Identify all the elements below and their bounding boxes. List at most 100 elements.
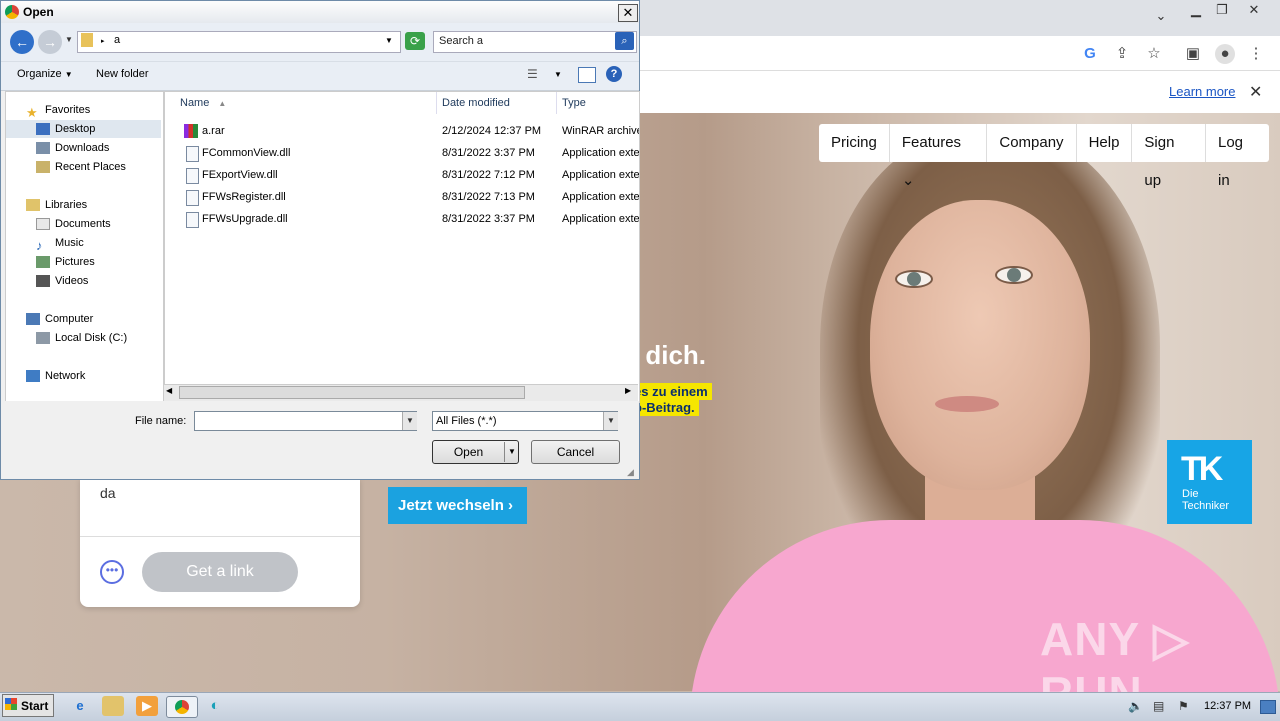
file-name-input[interactable] <box>194 411 417 431</box>
nav-libraries[interactable]: Libraries <box>6 196 181 214</box>
desktop-icon <box>36 123 50 136</box>
help-icon[interactable]: ? <box>606 66 622 82</box>
nav-music-label: Music <box>55 237 84 249</box>
open-dropdown-icon[interactable]: ▼ <box>508 447 516 456</box>
file-row[interactable]: FFWsRegister.dll 8/31/2022 7:13 PM Appli… <box>165 186 639 208</box>
column-name[interactable]: Name ▲ <box>175 92 437 114</box>
search-icon[interactable]: ⌕ <box>615 32 634 50</box>
music-icon: ♪ <box>36 238 43 254</box>
nav-computer[interactable]: Computer <box>6 310 181 328</box>
back-arrow-icon[interactable]: ← <box>10 30 34 54</box>
nav-company[interactable]: Company <box>987 124 1077 162</box>
file-type-select[interactable]: All Files (*.*) <box>432 411 618 431</box>
nav-features[interactable]: Features ⌄ <box>890 124 988 189</box>
nav-pricing[interactable]: Pricing <box>819 124 890 162</box>
file-name: FCommonView.dll <box>202 147 291 159</box>
more-options-icon[interactable]: ••• <box>100 560 124 584</box>
cancel-button[interactable]: Cancel <box>531 440 620 464</box>
file-type: Application exte <box>562 147 640 159</box>
file-name-label: File name: <box>135 415 187 427</box>
show-desktop-icon[interactable] <box>1260 700 1276 714</box>
nav-log-in[interactable]: Log in <box>1206 124 1269 189</box>
taskbar-clock[interactable]: 12:37 PM <box>1204 700 1251 712</box>
recent-locations-dropdown-icon[interactable]: ▼ <box>65 35 73 44</box>
media-player-icon[interactable]: ▶ <box>136 696 158 716</box>
disk-icon <box>36 332 50 345</box>
recent-places-icon <box>36 161 50 174</box>
card-divider <box>80 536 360 537</box>
file-row[interactable]: FExportView.dll 8/31/2022 7:12 PM Applic… <box>165 164 639 186</box>
file-name-dropdown-icon[interactable]: ▼ <box>402 412 417 430</box>
nav-sign-up[interactable]: Sign up <box>1132 124 1206 189</box>
refresh-icon[interactable]: ⟳ <box>405 32 425 50</box>
close-window-button[interactable]: ✕ <box>1242 2 1266 18</box>
file-date: 8/31/2022 7:12 PM <box>442 169 535 181</box>
downloads-icon <box>36 142 50 155</box>
open-button[interactable]: Open <box>432 440 519 464</box>
view-options-icon[interactable]: ☰ <box>527 67 538 81</box>
scrollbar-thumb[interactable] <box>179 386 525 399</box>
new-folder-button[interactable]: New folder <box>96 68 149 80</box>
edge-icon[interactable]: ◐ <box>204 696 226 716</box>
minimize-button[interactable]: ▁ <box>1184 2 1208 18</box>
dll-file-icon <box>186 212 199 228</box>
search-placeholder: Search a <box>439 35 484 47</box>
side-panel-icon[interactable]: ▣ <box>1183 44 1203 64</box>
chrome-taskbar-icon[interactable] <box>166 696 198 718</box>
nav-desktop[interactable]: Desktop <box>6 120 161 138</box>
scroll-right-icon[interactable]: ▶ <box>625 386 631 395</box>
nav-favorites[interactable]: ★ Favorites <box>6 101 181 121</box>
organize-button[interactable]: Organize ▼ <box>17 68 73 80</box>
tk-logo-text1: Die <box>1182 488 1199 500</box>
share-icon[interactable]: ⇪ <box>1112 44 1132 64</box>
file-type-dropdown-icon[interactable]: ▼ <box>603 412 618 430</box>
column-type[interactable]: Type <box>557 92 639 114</box>
chevron-down-icon: ⌄ <box>901 172 915 189</box>
infobar-close-icon[interactable]: ✕ <box>1249 82 1262 102</box>
file-row[interactable]: FFWsUpgrade.dll 8/31/2022 3:37 PM Applic… <box>165 208 639 230</box>
view-dropdown-icon[interactable]: ▼ <box>554 70 562 79</box>
file-row[interactable]: a.rar 2/12/2024 12:37 PM WinRAR archive <box>165 120 639 142</box>
file-list: Name ▲ Date modified Type a.rar 2/12/202… <box>164 91 640 403</box>
column-date[interactable]: Date modified <box>437 92 557 114</box>
bookmark-star-icon[interactable]: ☆ <box>1144 44 1164 64</box>
file-name: FFWsRegister.dll <box>202 191 286 203</box>
nav-network[interactable]: Network <box>6 367 181 385</box>
organize-label: Organize <box>17 68 62 80</box>
learn-more-link[interactable]: Learn more <box>1169 84 1235 99</box>
hero-photo-lips <box>935 396 999 412</box>
explorer-folder-icon[interactable] <box>102 696 124 716</box>
network-tray-icon[interactable]: ▤ <box>1153 699 1164 713</box>
action-center-flag-icon[interactable]: ⚑ <box>1178 699 1189 713</box>
resize-grip-icon[interactable]: ◢ <box>627 467 634 478</box>
breadcrumb-arrow-icon[interactable]: ▸ <box>101 37 105 45</box>
file-type: Application exte <box>562 169 640 181</box>
internet-explorer-icon[interactable]: e <box>69 696 91 716</box>
address-bar[interactable] <box>77 31 401 53</box>
dll-file-icon <box>186 146 199 162</box>
dialog-title: Open <box>23 5 54 19</box>
scroll-left-icon[interactable]: ◀ <box>166 386 172 395</box>
volume-icon[interactable]: 🔈 <box>1128 699 1143 713</box>
switch-cta-button[interactable]: Jetzt wechseln › <box>388 487 527 524</box>
address-dropdown-icon[interactable]: ▼ <box>385 36 393 45</box>
nav-help[interactable]: Help <box>1077 124 1133 162</box>
get-link-button[interactable]: Get a link <box>142 552 298 592</box>
nav-favorites-label: Favorites <box>45 104 91 116</box>
menu-kebab-icon[interactable]: ⋮ <box>1246 44 1266 64</box>
tk-logo-mark: TK <box>1181 450 1223 488</box>
tab-search-icon[interactable]: ⌄ <box>1149 8 1173 24</box>
star-icon: ★ <box>26 105 38 121</box>
file-name: FFWsUpgrade.dll <box>202 213 288 225</box>
videos-icon <box>36 275 50 288</box>
file-row[interactable]: FCommonView.dll 8/31/2022 3:37 PM Applic… <box>165 142 639 164</box>
google-lens-icon[interactable]: G <box>1080 44 1100 64</box>
pictures-icon <box>36 256 50 269</box>
tk-logo-text2: Techniker <box>1182 500 1230 512</box>
dialog-close-button[interactable]: ✕ <box>618 4 638 22</box>
dll-file-icon <box>186 168 199 184</box>
forward-arrow-icon[interactable]: → <box>38 30 62 54</box>
profile-avatar-icon[interactable]: ● <box>1215 44 1235 64</box>
preview-pane-icon[interactable] <box>578 67 596 83</box>
restore-button[interactable]: ❐ <box>1210 2 1234 18</box>
